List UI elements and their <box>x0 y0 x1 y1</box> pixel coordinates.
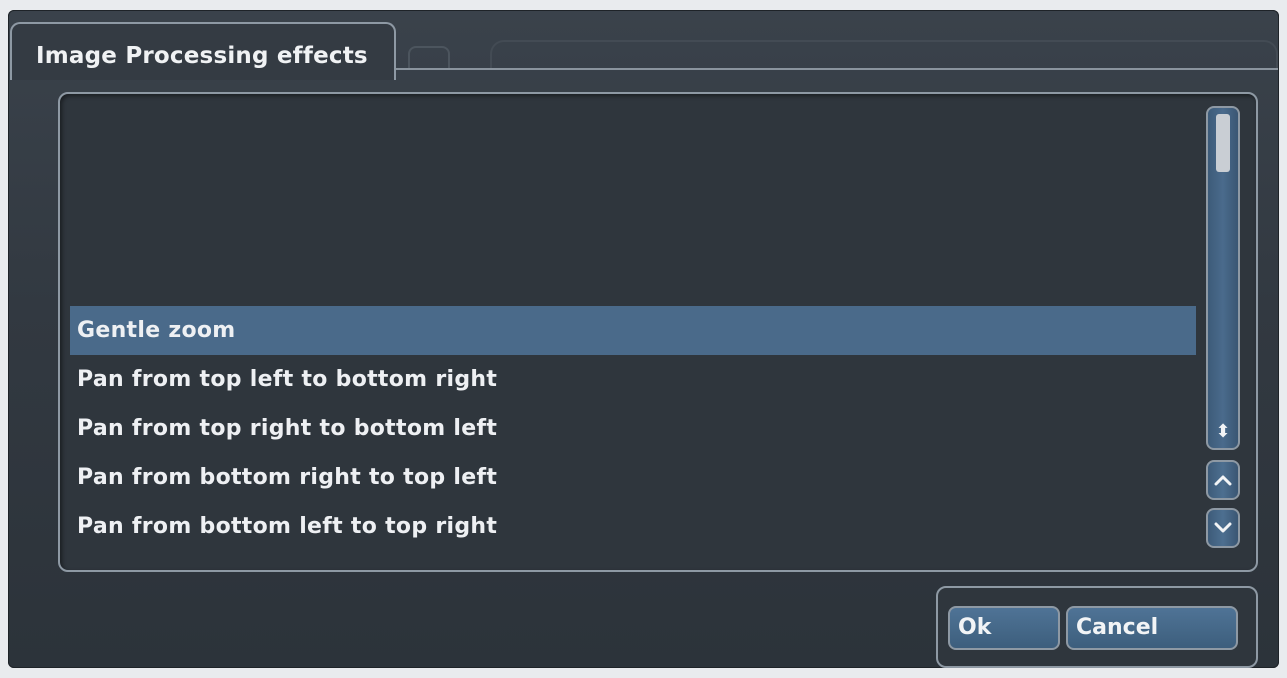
list-item-pan-bl-tr[interactable]: Pan from bottom left to top right <box>70 502 1196 551</box>
scroll-down-button[interactable] <box>1206 508 1240 548</box>
chevron-down-icon <box>1214 522 1232 533</box>
ok-button[interactable]: Ok <box>948 606 1060 650</box>
scroll-updown-icon: ⬍ <box>1215 421 1231 442</box>
dialog-title: Image Processing effects <box>36 43 368 69</box>
scroll-up-button[interactable] <box>1206 460 1240 500</box>
list-scrollbar[interactable]: ⬍ <box>1206 106 1240 550</box>
scroll-track[interactable]: ⬍ <box>1206 106 1240 450</box>
tab-stub-decoration <box>408 46 450 68</box>
tab-background-decoration <box>490 40 1278 68</box>
image-processing-dialog: Image Processing effects Gentle zoom Pan… <box>8 10 1279 668</box>
list-item-pan-tl-br[interactable]: Pan from top left to bottom right <box>70 355 1196 404</box>
cancel-button[interactable]: Cancel <box>1066 606 1238 650</box>
list-item-pan-br-tl[interactable]: Pan from bottom right to top left <box>70 453 1196 502</box>
chevron-up-icon <box>1214 475 1232 486</box>
effects-list-panel: Gentle zoom Pan from top left to bottom … <box>58 92 1258 572</box>
list-item-pan-tr-bl[interactable]: Pan from top right to bottom left <box>70 404 1196 453</box>
tab-divider-line <box>396 68 1278 70</box>
effects-list[interactable]: Gentle zoom Pan from top left to bottom … <box>70 306 1196 551</box>
scroll-thumb[interactable] <box>1216 114 1230 172</box>
list-item-gentle-zoom[interactable]: Gentle zoom <box>70 306 1196 355</box>
dialog-button-group: Ok Cancel <box>936 586 1258 668</box>
